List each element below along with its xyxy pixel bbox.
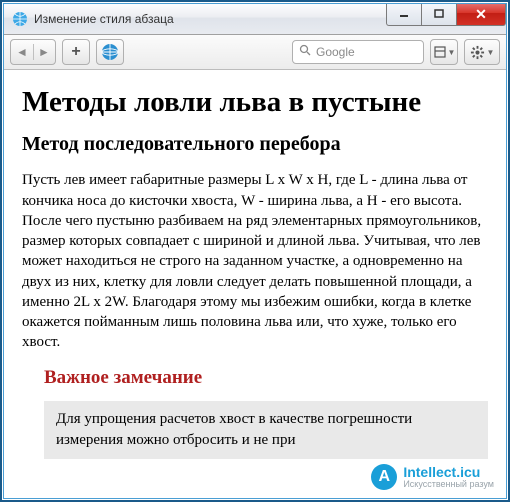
nav-group: ◄ ► bbox=[10, 39, 56, 65]
back-button[interactable]: ◄ bbox=[11, 45, 33, 59]
close-button[interactable]: ✕ bbox=[457, 3, 506, 26]
page-h2: Метод последовательного перебора bbox=[22, 133, 488, 156]
note-title: Важное замечание bbox=[44, 367, 488, 389]
favicon-globe-icon bbox=[12, 11, 28, 27]
search-icon bbox=[299, 43, 311, 61]
forward-button[interactable]: ► bbox=[33, 45, 55, 59]
search-placeholder: Google bbox=[316, 45, 355, 59]
home-button[interactable] bbox=[96, 39, 124, 65]
watermark-tagline: Искусственный разум bbox=[403, 480, 494, 489]
note-body: Для упрощения расчетов хвост в качестве … bbox=[44, 401, 488, 459]
bookmarks-button[interactable]: ▼ bbox=[430, 39, 458, 65]
new-tab-button[interactable]: + bbox=[62, 39, 90, 65]
page-h1: Методы ловли льва в пустыне bbox=[22, 86, 488, 119]
body-paragraph: Пусть лев имеет габаритные размеры L x W… bbox=[22, 170, 488, 352]
page-content: Методы ловли льва в пустыне Метод послед… bbox=[4, 70, 506, 498]
toolbar: ◄ ► + Google ▼ ▼ bbox=[4, 35, 506, 70]
settings-button[interactable]: ▼ bbox=[464, 39, 500, 65]
chevron-down-icon: ▼ bbox=[448, 48, 456, 57]
watermark-brand: Intellect.icu bbox=[403, 465, 494, 480]
maximize-button[interactable] bbox=[422, 3, 457, 26]
outer-border: Изменение стиля абзаца ✕ ◄ ► + Google ▼ bbox=[0, 0, 510, 502]
chevron-down-icon: ▼ bbox=[487, 48, 495, 57]
search-box[interactable]: Google bbox=[292, 40, 424, 64]
window-title: Изменение стиля абзаца bbox=[34, 12, 386, 26]
titlebar[interactable]: Изменение стиля абзаца ✕ bbox=[4, 4, 506, 35]
note-block: Важное замечание Для упрощения расчетов … bbox=[44, 367, 488, 459]
browser-window: Изменение стиля абзаца ✕ ◄ ► + Google ▼ bbox=[3, 3, 507, 499]
watermark: A Intellect.icu Искусственный разум bbox=[371, 464, 494, 490]
minimize-button[interactable] bbox=[386, 3, 422, 26]
window-controls: ✕ bbox=[386, 4, 506, 34]
watermark-logo-icon: A bbox=[371, 464, 397, 490]
